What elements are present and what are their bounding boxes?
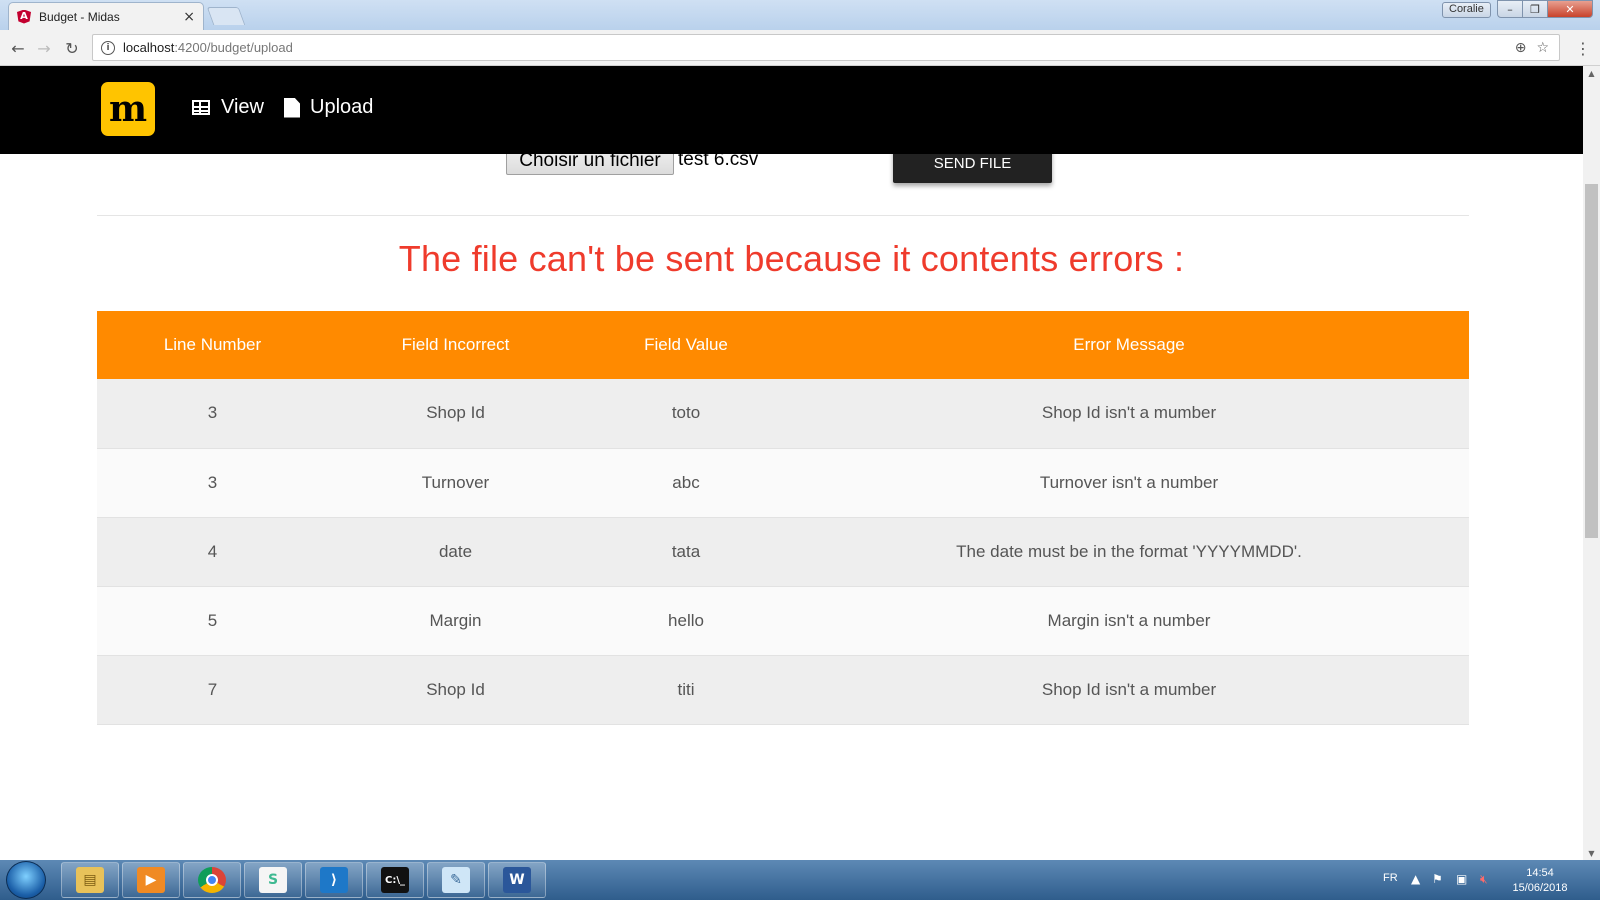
address-bar[interactable]: i localhost:4200/budget/upload ⊕ ☆: [92, 34, 1560, 61]
cell-error-message: Margin isn't a number: [789, 586, 1469, 656]
notepad-icon[interactable]: ✎: [427, 862, 485, 898]
system-clock[interactable]: 14:54 15/06/2018: [1508, 866, 1572, 896]
url-path: :4200/budget/upload: [174, 40, 293, 55]
forward-arrow-icon[interactable]: →: [34, 38, 54, 58]
cell-field-incorrect: Margin: [328, 586, 583, 656]
cell-line-number: 7: [97, 655, 328, 725]
table-row: 7 Shop Id titi Shop Id isn't a mumber: [97, 655, 1469, 725]
table-row: 5 Margin hello Margin isn't a number: [97, 586, 1469, 656]
cell-line-number: 4: [97, 517, 328, 587]
minimize-button[interactable]: –: [1497, 0, 1523, 18]
cell-error-message: Shop Id isn't a mumber: [789, 379, 1469, 449]
header-line-number: Line Number: [97, 311, 328, 379]
browser-menu-icon[interactable]: ⋮: [1575, 39, 1591, 58]
table-row: 3 Turnover abc Turnover isn't a number: [97, 448, 1469, 518]
terminal-icon[interactable]: C:\_: [366, 862, 424, 898]
page-viewport: Choisir un fichier test 6.csv SEND FILE …: [0, 66, 1583, 860]
language-indicator[interactable]: FR: [1383, 872, 1398, 884]
tab-close-icon[interactable]: ×: [183, 9, 195, 25]
table-row: 3 Shop Id toto Shop Id isn't a mumber: [97, 379, 1469, 449]
url-host: localhost: [123, 40, 175, 55]
cell-field-incorrect: Shop Id: [328, 655, 583, 725]
info-icon[interactable]: i: [101, 40, 115, 55]
app-navbar: m View Upload: [0, 66, 1583, 154]
windows-taskbar: ▤ ▶ S ⟩ C:\_ ✎ W FR ▲ ⚑ ▣ 🔇︎ 14:54 15/06…: [0, 860, 1600, 900]
maximize-button[interactable]: ❐: [1522, 0, 1548, 18]
close-window-button[interactable]: ✕: [1547, 0, 1593, 18]
cell-field-incorrect: date: [328, 517, 583, 587]
new-tab-button[interactable]: [206, 7, 246, 25]
show-hidden-icons-icon[interactable]: ▲: [1411, 872, 1420, 886]
file-icon: [284, 97, 300, 118]
file-explorer-icon[interactable]: ▤: [61, 862, 119, 898]
reload-icon[interactable]: ↻: [62, 38, 82, 58]
cell-error-message: Turnover isn't a number: [789, 448, 1469, 518]
section-divider: [97, 215, 1469, 216]
clock-time: 14:54: [1526, 867, 1554, 879]
cell-field-value: toto: [583, 379, 789, 449]
nav-view-label: View: [221, 96, 264, 118]
browser-toolbar: ← → ↻ i localhost:4200/budget/upload ⊕ ☆…: [0, 30, 1600, 66]
cell-field-incorrect: Shop Id: [328, 379, 583, 449]
browser-title-bar: A Budget - Midas × Coralie – ❐ ✕: [0, 0, 1600, 30]
header-error-message: Error Message: [789, 311, 1469, 379]
action-center-flag-icon[interactable]: ⚑: [1432, 872, 1443, 886]
volume-muted-icon[interactable]: 🔇︎: [1480, 872, 1488, 887]
scroll-down-arrow-icon[interactable]: ▼: [1583, 846, 1600, 860]
nav-upload-label: Upload: [310, 96, 374, 118]
word-icon[interactable]: W: [488, 862, 546, 898]
browser-tab[interactable]: A Budget - Midas ×: [8, 2, 204, 30]
page-scrollbar[interactable]: ▲ ▼: [1583, 66, 1600, 860]
cell-line-number: 3: [97, 379, 328, 449]
scrollbar-thumb[interactable]: [1585, 184, 1598, 538]
slack-icon[interactable]: S: [244, 862, 302, 898]
vscode-icon[interactable]: ⟩: [305, 862, 363, 898]
tab-title: Budget - Midas: [39, 9, 120, 24]
nav-view-link[interactable]: View: [192, 96, 264, 119]
back-arrow-icon[interactable]: ←: [8, 38, 28, 58]
table-header-row: Line Number Field Incorrect Field Value …: [97, 311, 1469, 379]
cell-field-incorrect: Turnover: [328, 448, 583, 518]
cell-error-message: The date must be in the format 'YYYYMMDD…: [789, 517, 1469, 587]
nav-upload-link[interactable]: Upload: [284, 96, 373, 119]
header-field-value: Field Value: [583, 311, 789, 379]
table-icon: [192, 100, 210, 115]
zoom-icon[interactable]: ⊕: [1515, 40, 1527, 56]
cell-field-value: abc: [583, 448, 789, 518]
cell-line-number: 3: [97, 448, 328, 518]
cell-error-message: Shop Id isn't a mumber: [789, 655, 1469, 725]
media-player-icon[interactable]: ▶: [122, 862, 180, 898]
angular-icon: A: [17, 9, 31, 24]
scroll-up-arrow-icon[interactable]: ▲: [1583, 66, 1600, 80]
window-user-badge: Coralie: [1442, 2, 1491, 18]
bookmark-star-icon[interactable]: ☆: [1536, 40, 1549, 56]
header-field-incorrect: Field Incorrect: [328, 311, 583, 379]
cell-line-number: 5: [97, 586, 328, 656]
cell-field-value: hello: [583, 586, 789, 656]
error-heading: The file can't be sent because it conten…: [398, 238, 1185, 279]
url-text[interactable]: localhost:4200/budget/upload: [123, 40, 1515, 55]
errors-table: Line Number Field Incorrect Field Value …: [97, 311, 1469, 725]
table-row: 4 date tata The date must be in the form…: [97, 517, 1469, 587]
clock-date: 15/06/2018: [1512, 882, 1568, 894]
cell-field-value: tata: [583, 517, 789, 587]
cell-field-value: titi: [583, 655, 789, 725]
midas-logo[interactable]: m: [101, 82, 155, 136]
start-button[interactable]: [6, 861, 46, 899]
network-icon[interactable]: ▣: [1456, 872, 1467, 886]
chrome-icon[interactable]: [183, 862, 241, 898]
